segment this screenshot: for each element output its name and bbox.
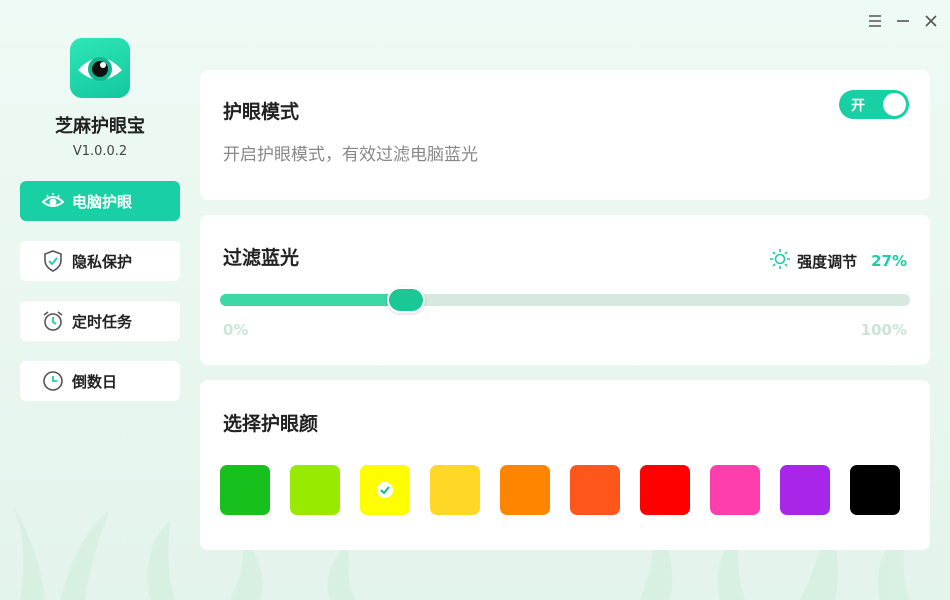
sun-icon [769, 248, 791, 274]
slider-max-label: 100% [860, 321, 907, 339]
color-swatch[interactable] [430, 465, 480, 515]
eye-color-card: 选择护眼颜 [200, 380, 930, 550]
app-logo [70, 38, 130, 98]
blue-light-title: 过滤蓝光 [223, 247, 300, 269]
color-swatch[interactable] [850, 465, 900, 515]
nav-item-label: 倒数日 [72, 372, 118, 391]
color-swatch[interactable] [570, 465, 620, 515]
color-swatch[interactable] [710, 465, 760, 515]
color-swatch[interactable] [290, 465, 340, 515]
color-swatch[interactable] [220, 465, 270, 515]
app-name: 芝麻护眼宝 [55, 116, 145, 137]
strength-adjust: 强度调节 27% [769, 248, 907, 274]
nav-item-scheduled-tasks[interactable]: 定时任务 [20, 301, 180, 341]
slider-range-labels: 0% 100% [223, 321, 907, 339]
eye-icon [42, 190, 64, 212]
slider-fill [220, 294, 406, 306]
blue-light-slider[interactable] [220, 287, 910, 313]
toggle-label: 开 [851, 98, 865, 114]
color-swatch[interactable] [640, 465, 690, 515]
eye-logo-icon [78, 57, 122, 81]
color-swatch[interactable] [360, 465, 410, 515]
toggle-knob [883, 93, 906, 116]
blue-light-card: 过滤蓝光 强度调节 27% 0% 100% [200, 215, 930, 365]
color-swatch[interactable] [500, 465, 550, 515]
color-swatch[interactable] [780, 465, 830, 515]
menu-icon[interactable] [868, 14, 882, 28]
strength-label: 强度调节 [797, 252, 858, 271]
minimize-icon[interactable] [896, 14, 910, 28]
clock-icon [42, 370, 64, 392]
color-swatches [220, 465, 900, 515]
shield-check-icon [42, 250, 64, 272]
nav-item-eye-care[interactable]: 电脑护眼 [20, 181, 180, 221]
app-version: V1.0.0.2 [72, 144, 128, 159]
nav-item-label: 定时任务 [72, 312, 133, 331]
nav-item-countdown[interactable]: 倒数日 [20, 361, 180, 401]
check-icon [377, 482, 393, 498]
nav-menu: 电脑护眼 隐私保护 定时任务 倒数日 [20, 181, 180, 401]
slider-thumb[interactable] [387, 287, 425, 313]
eye-mode-toggle[interactable]: 开 [839, 90, 909, 119]
eye-mode-description: 开启护眼模式，有效过滤电脑蓝光 [223, 145, 478, 165]
nav-item-label: 电脑护眼 [72, 192, 133, 211]
strength-value: 27% [871, 252, 907, 270]
nav-item-privacy[interactable]: 隐私保护 [20, 241, 180, 281]
eye-mode-card: 护眼模式 开启护眼模式，有效过滤电脑蓝光 开 [200, 70, 930, 200]
sidebar: 芝麻护眼宝 V1.0.0.2 电脑护眼 隐私保护 定时任务 倒数日 [20, 38, 180, 401]
alarm-clock-icon [42, 310, 64, 332]
eye-color-title: 选择护眼颜 [223, 413, 319, 435]
close-icon[interactable] [924, 14, 938, 28]
nav-item-label: 隐私保护 [72, 252, 133, 271]
window-controls [868, 14, 938, 28]
eye-mode-title: 护眼模式 [223, 101, 300, 123]
slider-min-label: 0% [223, 321, 249, 339]
